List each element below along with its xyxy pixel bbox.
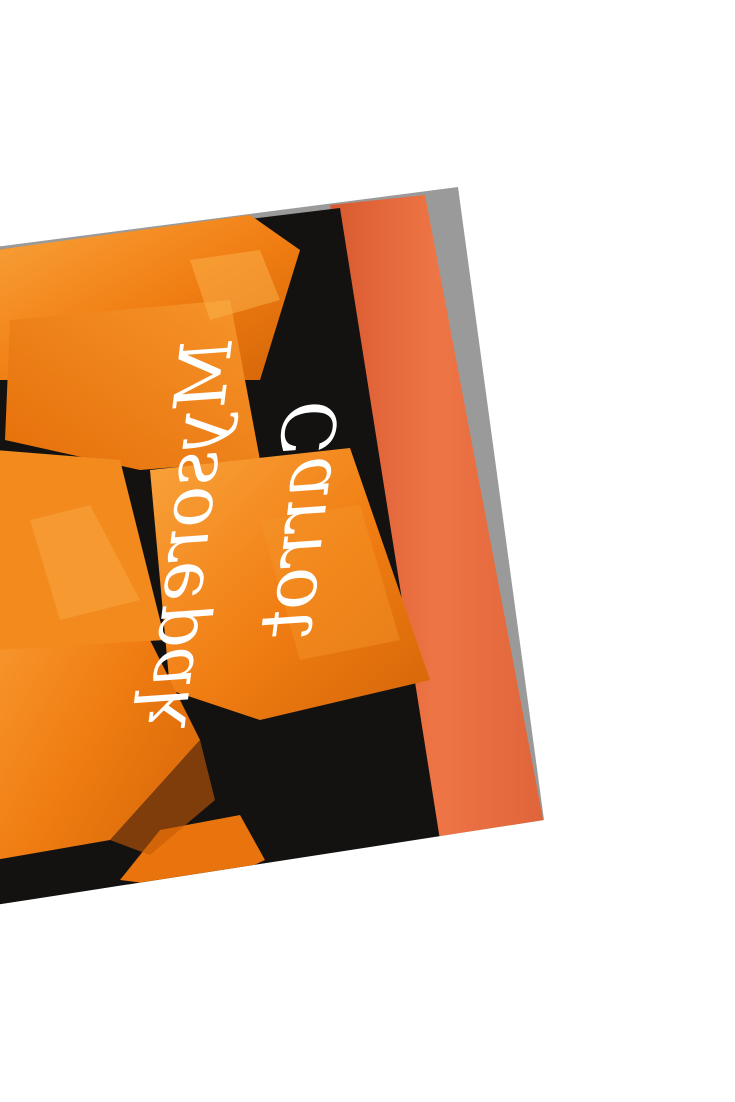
photo-content: Carrot Mysorepak: [0, 187, 544, 905]
rotated-photo: Carrot Mysorepak: [0, 187, 544, 905]
